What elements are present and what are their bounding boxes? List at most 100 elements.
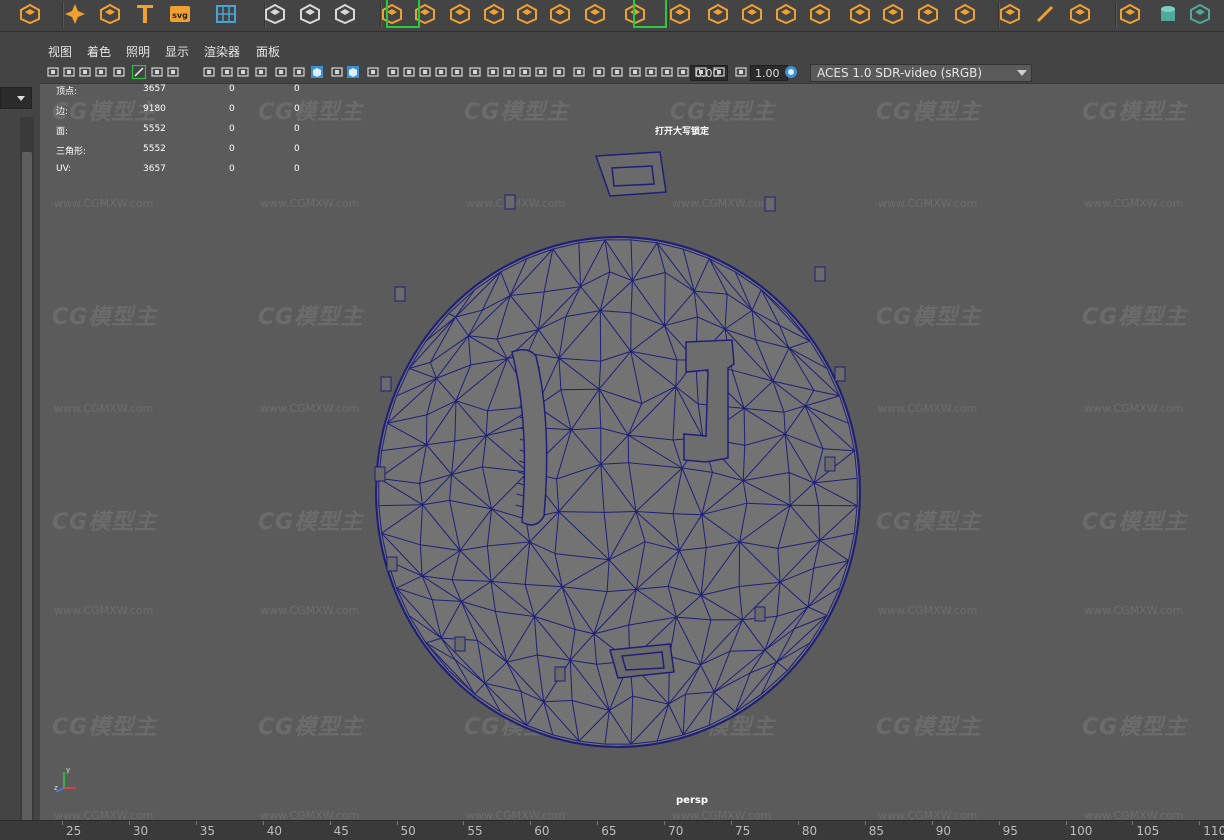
shadows-icon[interactable] (386, 65, 400, 79)
align-button[interactable] (296, 0, 324, 28)
tool-dropdown[interactable] (0, 87, 32, 109)
gamma-reset-icon[interactable] (734, 65, 748, 79)
timeline-tick (530, 821, 532, 825)
smooth-shade-icon[interactable] (310, 65, 324, 79)
left-scrollbar-thumb[interactable] (22, 152, 32, 832)
panel-menu-item[interactable]: 显示 (165, 43, 189, 60)
color-mgmt-icon[interactable] (784, 65, 798, 79)
wireframe-icon[interactable] (292, 65, 306, 79)
measure-button[interactable] (261, 0, 289, 28)
panel-menu-item[interactable]: 照明 (126, 43, 150, 60)
extract-button[interactable] (513, 0, 541, 28)
crease-button[interactable] (1066, 0, 1094, 28)
panel-menu-item[interactable]: 着色 (87, 43, 111, 60)
target-weld-button[interactable] (914, 0, 942, 28)
camera-reset-icon[interactable] (610, 65, 624, 79)
snap-coords-button[interactable] (331, 0, 359, 28)
cube-button[interactable] (1186, 0, 1214, 28)
svg-button[interactable]: svg (166, 0, 194, 28)
split-icon (850, 3, 870, 25)
edge-loop-button[interactable] (951, 0, 979, 28)
chevron-down-icon (17, 96, 25, 101)
hud-icon[interactable] (572, 65, 586, 79)
frame-all-icon[interactable] (628, 65, 642, 79)
resolution-gate-icon[interactable] (202, 65, 216, 79)
polygon-sphere-button[interactable] (16, 0, 44, 28)
multi-cut-button[interactable] (879, 0, 907, 28)
hud-row: 面: 5552 0 0 (56, 124, 356, 138)
timeline-tick-label: 60 (534, 824, 550, 838)
motion-blur-icon[interactable] (418, 65, 432, 79)
xray-active-icon[interactable] (518, 65, 532, 79)
smooth-button[interactable] (546, 0, 574, 28)
exposure-icon[interactable] (676, 65, 690, 79)
grid-button[interactable] (212, 0, 240, 28)
backface-icon[interactable] (534, 65, 548, 79)
timeline-tick-label: 90 (935, 824, 951, 838)
exposure-reset-icon[interactable] (712, 65, 726, 79)
xray-joints-icon[interactable] (502, 65, 516, 79)
active-tool-highlight (386, 0, 420, 28)
image-plane-icon[interactable] (94, 65, 108, 79)
gamma-icon[interactable] (694, 65, 708, 79)
type-text-button[interactable] (131, 0, 159, 28)
hud-label: 顶点: (56, 87, 78, 97)
grid-toggle-icon[interactable] (150, 65, 164, 79)
safe-action-icon[interactable] (254, 65, 268, 79)
screen-ao-icon[interactable] (402, 65, 416, 79)
hud-value-triangles: 0 (294, 104, 300, 114)
hud-value-triangles: 0 (294, 84, 300, 94)
wireframe-mesh[interactable] (40, 84, 1224, 820)
bookmark-icon[interactable] (78, 65, 92, 79)
uv-button[interactable] (996, 0, 1024, 28)
view-transform-icon[interactable] (660, 65, 674, 79)
paint-button[interactable] (1116, 0, 1144, 28)
color-space-dropdown[interactable]: ACES 1.0 SDR-video (sRGB) (810, 64, 1032, 82)
panel-menu-item[interactable]: 渲染器 (204, 43, 240, 60)
bridge-button[interactable] (738, 0, 766, 28)
isolate-icon[interactable] (468, 65, 482, 79)
boolean-button[interactable] (581, 0, 609, 28)
use-lights-icon[interactable] (366, 65, 380, 79)
timeline-tick-label: 45 (333, 824, 349, 838)
rim-tooth (554, 666, 566, 682)
camera-attr-icon[interactable] (62, 65, 76, 79)
bevel-button[interactable] (666, 0, 694, 28)
sweep-star-button[interactable] (61, 0, 89, 28)
depth-of-field-icon[interactable] (450, 65, 464, 79)
timeline-tick-label: 105 (1136, 824, 1160, 838)
cylinder-button[interactable] (1154, 0, 1182, 28)
combine-button[interactable] (446, 0, 474, 28)
timeline-tick (195, 821, 197, 825)
multisample-icon[interactable] (434, 65, 448, 79)
fill-hole-button[interactable] (772, 0, 800, 28)
2d-pan-icon[interactable] (112, 65, 126, 79)
grid-snap-icon[interactable] (552, 65, 566, 79)
helix-button[interactable] (96, 0, 124, 28)
grease-pencil-icon[interactable] (132, 65, 146, 79)
merge-button[interactable] (806, 0, 834, 28)
pencil-button[interactable] (1031, 0, 1059, 28)
safe-title-icon[interactable] (274, 65, 288, 79)
field-chart-icon[interactable] (236, 65, 250, 79)
film-gate-icon[interactable] (166, 65, 180, 79)
hud-value-total: 9180 (143, 104, 166, 114)
frame-selected-icon[interactable] (644, 65, 658, 79)
xray-icon[interactable] (486, 65, 500, 79)
extrude-button[interactable] (704, 0, 732, 28)
gamma-field[interactable]: 1.00 (750, 65, 788, 81)
rim-tooth (814, 266, 826, 282)
default-material-icon[interactable] (330, 65, 344, 79)
viewport-persp[interactable]: CG模型主 CG模型主 CG模型主 CG模型主 www.CGMXW.com www.CGM… (40, 84, 1224, 820)
select-camera-icon[interactable] (46, 65, 60, 79)
split-button[interactable] (846, 0, 874, 28)
fill-hole-icon (776, 3, 796, 25)
time-slider[interactable]: 25 30 35 40 45 50 55 60 65 70 75 80 85 90 95 100 105 110 (0, 820, 1224, 840)
resolution-icon[interactable] (592, 65, 606, 79)
panel-menu-item[interactable]: 视图 (48, 43, 72, 60)
hud-row: 顶点: 3657 0 0 (56, 84, 356, 98)
textured-icon[interactable] (346, 65, 360, 79)
panel-menu-item[interactable]: 面板 (256, 43, 280, 60)
separate-button[interactable] (480, 0, 508, 28)
gate-mask-icon[interactable] (220, 65, 234, 79)
